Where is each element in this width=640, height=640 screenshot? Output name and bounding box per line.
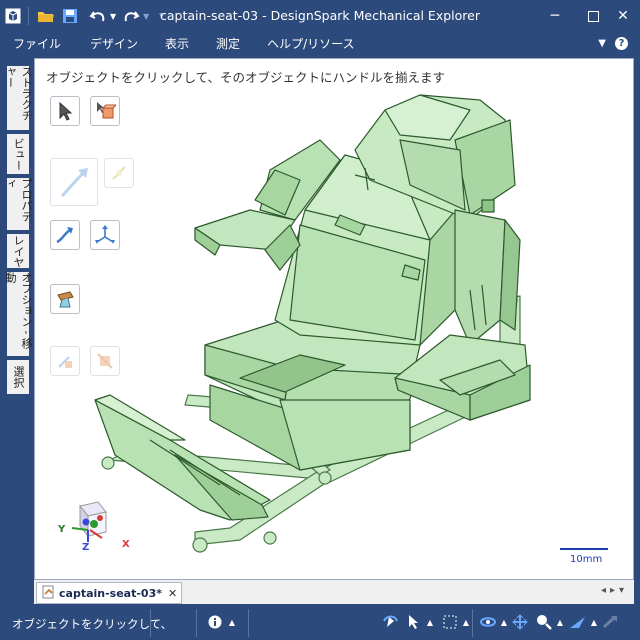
- document-tab-strip: captain-seat-03* ✕ ◂▸▾: [34, 580, 634, 604]
- status-text: オブジェクトをクリックして、: [12, 617, 173, 631]
- close-button[interactable]: ✕: [606, 0, 640, 32]
- close-tab-icon[interactable]: ✕: [168, 587, 177, 600]
- maximize-button[interactable]: [576, 0, 610, 32]
- info-dropdown-icon[interactable]: ▲: [222, 612, 242, 632]
- axis-z-label: Z: [82, 542, 89, 553]
- document-icon: [41, 585, 55, 602]
- redo-icon[interactable]: [120, 5, 142, 27]
- menu-help[interactable]: ヘルプ/リソース: [251, 35, 365, 52]
- previous-view-icon[interactable]: [600, 612, 620, 632]
- side-panel-tabs: ストラクチャー ビュー プロパティ レイヤ オプション - 移動 選択: [0, 58, 34, 578]
- menu-bar: ファイル デザイン 表示 測定 ヘルプ/リソース: [0, 32, 640, 54]
- tab-scroll-controls[interactable]: ◂▸▾: [601, 585, 628, 596]
- tab-options-move[interactable]: オプション - 移動: [4, 272, 33, 356]
- tab-view[interactable]: ビュー: [7, 134, 29, 174]
- chevron-down-icon[interactable]: ▼: [598, 38, 606, 49]
- menu-view[interactable]: 表示: [149, 35, 200, 52]
- menu-measure[interactable]: 測定: [200, 35, 251, 52]
- document-tab[interactable]: captain-seat-03* ✕: [36, 582, 183, 604]
- customize-toolbar-icon[interactable]: ▿: [159, 11, 164, 21]
- status-divider: [472, 609, 473, 637]
- pan-icon[interactable]: [510, 612, 530, 632]
- tab-layers[interactable]: レイヤ: [7, 234, 29, 268]
- status-divider: [196, 609, 197, 637]
- axis-y-label: Y: [57, 524, 66, 535]
- save-icon[interactable]: [59, 5, 81, 27]
- zoom-dropdown-icon[interactable]: ▲: [550, 612, 570, 632]
- scale-label: 10mm: [570, 554, 603, 565]
- rotate-undo-icon[interactable]: [380, 612, 400, 632]
- scale-indicator: 10mm: [560, 548, 610, 568]
- open-folder-icon[interactable]: [35, 5, 57, 27]
- status-divider: [248, 609, 249, 637]
- axis-x-label: X: [122, 539, 130, 550]
- help-icon[interactable]: ?: [615, 37, 628, 50]
- app-logo-icon[interactable]: [2, 5, 24, 27]
- tab-structure[interactable]: ストラクチャー: [4, 66, 33, 130]
- tab-properties[interactable]: プロパティ: [4, 178, 33, 230]
- select-dropdown-icon[interactable]: ▲: [420, 612, 440, 632]
- document-tab-label: captain-seat-03*: [59, 586, 162, 600]
- axis-triad: Y X Z: [57, 501, 130, 553]
- menu-file[interactable]: ファイル: [0, 35, 72, 52]
- menu-design[interactable]: デザイン: [72, 35, 149, 52]
- tab-select[interactable]: 選択: [7, 360, 29, 394]
- undo-dropdown-icon[interactable]: ▼: [110, 12, 116, 21]
- box-select-dropdown-icon[interactable]: ▲: [456, 612, 476, 632]
- redo-dropdown-icon[interactable]: ▼: [143, 12, 149, 21]
- undo-icon[interactable]: [87, 5, 109, 27]
- status-divider: [150, 609, 151, 637]
- scale-bar: [560, 548, 608, 550]
- minimize-button[interactable]: ─: [538, 0, 572, 32]
